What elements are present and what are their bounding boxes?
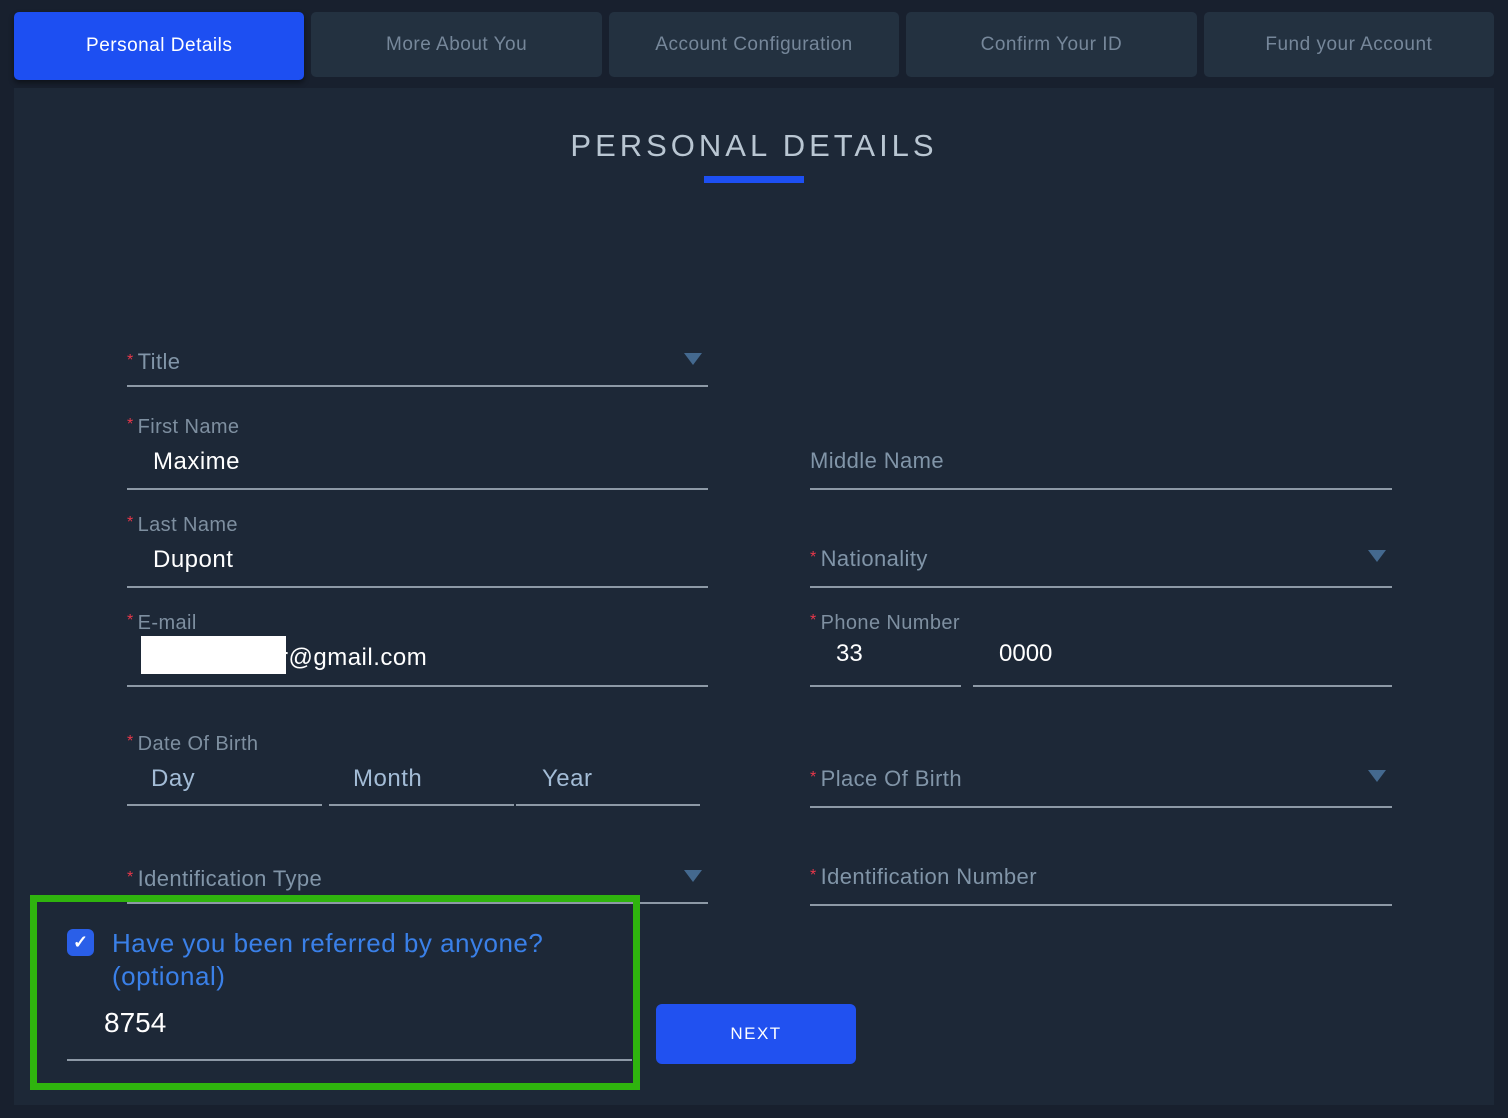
first-name-value[interactable]: Maxime	[153, 448, 240, 476]
chevron-down-icon[interactable]	[1368, 770, 1386, 782]
field-underline	[329, 804, 514, 806]
required-marker: *	[810, 769, 817, 786]
next-button[interactable]: NEXT	[656, 1004, 856, 1064]
required-marker: *	[127, 612, 134, 629]
field-underline	[810, 586, 1392, 588]
email-label: E-mail	[138, 612, 197, 634]
date-of-birth-field: *Date Of Birth Day Month Year	[127, 733, 708, 806]
place-of-birth-select[interactable]: *Place Of Birth	[810, 750, 1392, 808]
required-marker: *	[127, 869, 134, 886]
nationality-placeholder: Nationality	[821, 546, 928, 571]
title-select[interactable]: *Title	[127, 331, 708, 387]
required-marker: *	[127, 352, 134, 369]
last-name-value[interactable]: Dupont	[153, 546, 233, 574]
wizard-step-tabs: Personal Details More About You Account …	[14, 12, 1494, 80]
field-underline	[127, 685, 708, 687]
tab-personal-details[interactable]: Personal Details	[14, 12, 304, 80]
nationality-select[interactable]: *Nationality	[810, 530, 1392, 588]
tab-more-about-you[interactable]: More About You	[311, 12, 601, 77]
place-of-birth-placeholder: Place Of Birth	[821, 766, 962, 791]
required-marker: *	[810, 867, 817, 884]
tab-confirm-your-id[interactable]: Confirm Your ID	[906, 12, 1196, 77]
dob-month-input[interactable]: Month	[329, 763, 514, 806]
phone-number-input[interactable]: 0000	[973, 636, 1392, 687]
title-select-placeholder: Title	[138, 349, 181, 374]
identification-type-placeholder: Identification Type	[138, 866, 323, 891]
required-marker: *	[127, 416, 134, 433]
last-name-label: Last Name	[138, 514, 238, 536]
field-underline	[973, 685, 1392, 687]
field-underline	[810, 904, 1392, 906]
middle-name-label: Middle Name	[810, 448, 944, 474]
identification-number-field[interactable]: *Identification Number	[810, 848, 1392, 906]
page-title: PERSONAL DETAILS	[14, 128, 1494, 164]
phone-country-code-input[interactable]: 33	[810, 636, 961, 687]
last-name-field[interactable]: *Last Name Dupont	[127, 514, 708, 588]
first-name-label: First Name	[138, 416, 240, 438]
field-underline	[67, 1059, 632, 1061]
chevron-down-icon[interactable]	[684, 870, 702, 882]
field-underline	[516, 804, 700, 806]
required-marker: *	[810, 549, 817, 566]
field-underline	[127, 385, 708, 387]
referral-code-input[interactable]: 8754	[104, 1007, 166, 1039]
referral-annotation-box: ✓ Have you been referred by anyone? (opt…	[30, 895, 640, 1090]
identification-number-label: Identification Number	[821, 864, 1037, 889]
phone-label: Phone Number	[821, 612, 960, 634]
field-underline	[127, 804, 322, 806]
dob-year-input[interactable]: Year	[516, 763, 700, 806]
email-field[interactable]: *E-mail r@gmail.com	[127, 612, 708, 687]
dob-label: Date Of Birth	[138, 733, 259, 755]
required-marker: *	[810, 612, 817, 629]
field-underline	[127, 586, 708, 588]
tab-fund-your-account[interactable]: Fund your Account	[1204, 12, 1494, 77]
redaction-box	[141, 636, 286, 674]
field-underline	[810, 488, 1392, 490]
first-name-field[interactable]: *First Name Maxime	[127, 416, 708, 490]
field-underline	[810, 806, 1392, 808]
field-underline	[810, 685, 961, 687]
checkmark-icon: ✓	[73, 932, 88, 953]
phone-number-field: *Phone Number 33 0000	[810, 612, 1392, 687]
required-marker: *	[127, 733, 134, 750]
chevron-down-icon[interactable]	[1368, 550, 1386, 562]
referral-question: Have you been referred by anyone? (optio…	[112, 927, 592, 993]
referral-checkbox[interactable]: ✓	[67, 929, 94, 956]
title-underline-accent	[704, 176, 804, 183]
tab-account-configuration[interactable]: Account Configuration	[609, 12, 899, 77]
middle-name-field[interactable]: Middle Name	[810, 432, 1392, 490]
email-value[interactable]: r@gmail.com	[141, 636, 427, 674]
required-marker: *	[127, 514, 134, 531]
dob-day-input[interactable]: Day	[127, 763, 322, 806]
field-underline	[127, 488, 708, 490]
chevron-down-icon[interactable]	[684, 353, 702, 365]
